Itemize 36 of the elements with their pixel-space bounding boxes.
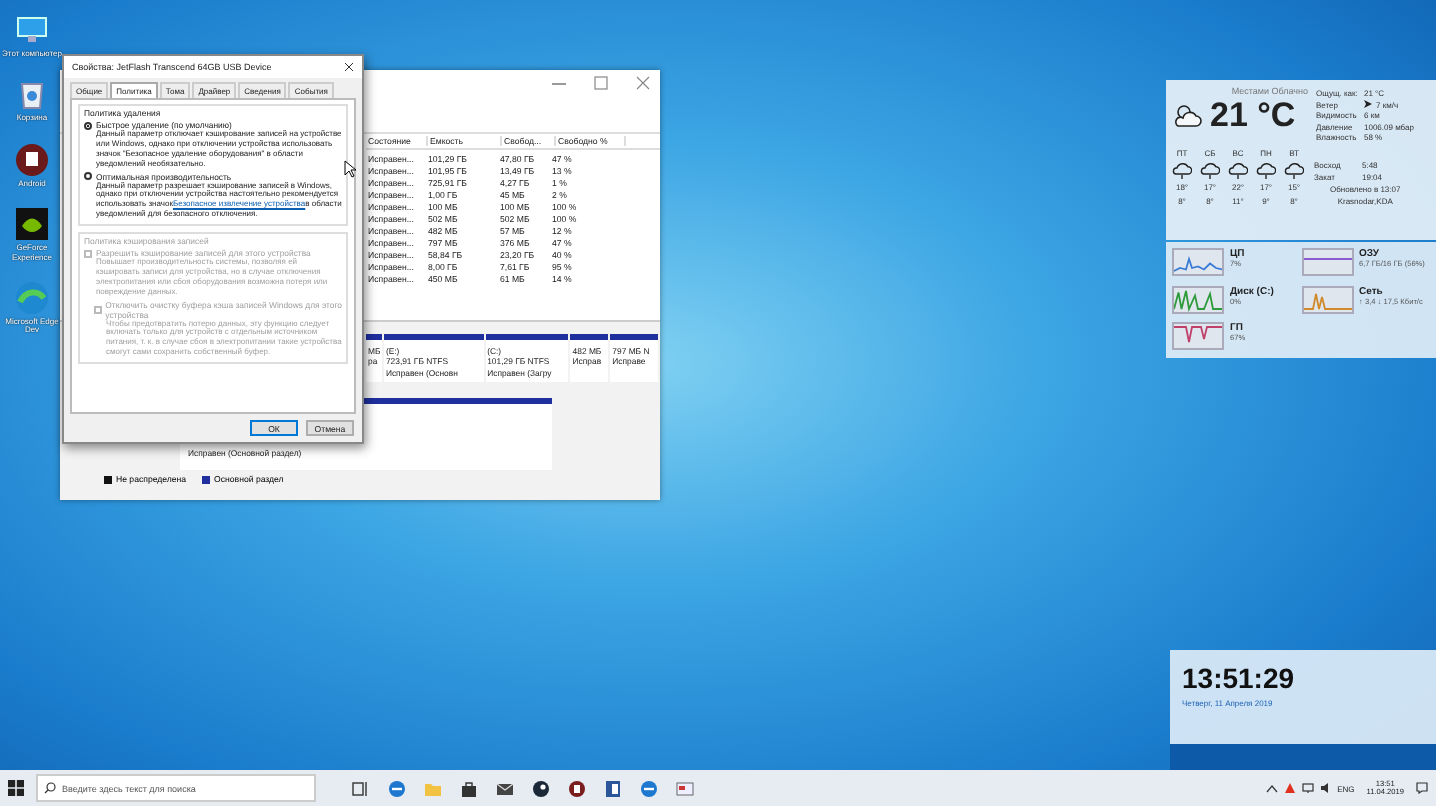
app-icon[interactable] [14,141,50,178]
start-icon[interactable] [8,780,24,796]
usage-graph [1301,285,1353,314]
rain-cloud-icon [1172,161,1192,179]
usage-graph [1172,248,1224,276]
rain-cloud-icon [1284,161,1304,179]
envelope-icon[interactable] [496,779,514,797]
graphics-app-icon[interactable] [14,206,50,243]
clock-time: 13:51:29 [1182,662,1297,694]
usage-graph [1172,285,1224,314]
browser-icon[interactable] [388,779,406,797]
computer-icon[interactable] [14,12,50,48]
usage-graph [1172,322,1224,351]
shopping-bag-icon[interactable] [460,779,478,797]
warning-icon[interactable] [1283,782,1296,794]
chevron-up-icon[interactable] [1265,783,1278,793]
rain-cloud-icon [1200,161,1220,179]
radio-button[interactable] [84,121,92,129]
temperature: 21 °C [1210,96,1296,136]
task-view-icon[interactable] [352,779,370,797]
round-app-icon[interactable] [568,779,586,797]
network-icon[interactable] [1301,782,1314,794]
radio-button[interactable] [84,172,92,180]
close-icon[interactable] [344,62,354,72]
rain-cloud-icon [1228,161,1248,179]
wind-arrow-icon [1364,100,1372,108]
browser-icon[interactable] [640,779,658,797]
window-thumbnail-icon[interactable] [676,779,694,797]
search-icon [44,782,56,794]
rain-cloud-icon [1256,161,1276,179]
speaker-icon[interactable] [1319,782,1332,794]
round-app-icon[interactable] [532,779,550,797]
document-icon[interactable] [604,779,622,797]
notification-icon[interactable] [1416,782,1428,794]
usage-graph [1301,248,1353,276]
partly-cloudy-icon [1172,102,1204,130]
